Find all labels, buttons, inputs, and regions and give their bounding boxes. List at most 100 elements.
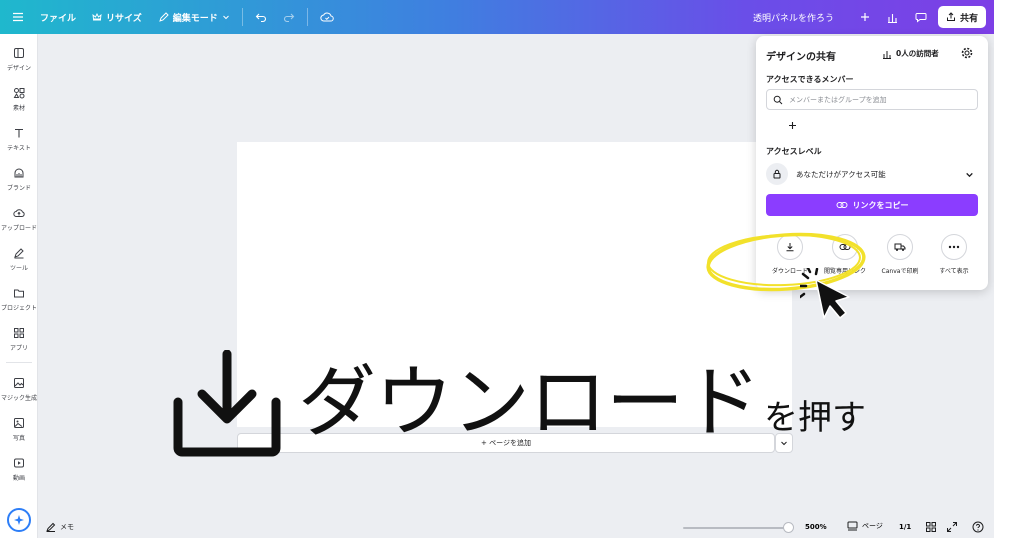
sidebar-item-label: ブランド (6, 185, 31, 192)
sidebar-item-design[interactable]: デザイン (0, 46, 38, 72)
lock-icon (766, 163, 788, 185)
print-with-canva-option[interactable]: Canvaで印刷 (874, 234, 926, 275)
upload-icon (12, 206, 26, 220)
share-upload-icon (946, 12, 955, 21)
canva-editor: ファイル リサイズ 編集モード 透明パネルを作ろう 共有 デザイン 素材 テキス… (0, 0, 994, 538)
left-sidebar: デザイン 素材 テキスト ブランド アップロード ツール プロジェクト アプリ (0, 34, 38, 538)
access-level-select[interactable]: あなただけがアクセス可能 (766, 163, 978, 185)
video-icon (12, 456, 26, 470)
share-label: 共有 (959, 13, 978, 24)
zoom-slider-track[interactable] (683, 527, 789, 529)
copy-link-button[interactable]: リンクをコピー (766, 194, 978, 216)
overlay-big-text: ダウンロード (298, 358, 761, 448)
overlay-download-icon (173, 350, 281, 457)
cloud-save-status[interactable] (312, 0, 342, 34)
sparkle-icon (14, 515, 24, 525)
toolbar-right-group: 透明パネルを作ろう 共有 (753, 0, 986, 34)
top-toolbar: ファイル リサイズ 編集モード 透明パネルを作ろう 共有 (0, 0, 994, 34)
link-icon (836, 202, 847, 208)
pages-button[interactable]: ページ (847, 521, 883, 531)
sidebar-item-elements[interactable]: 素材 (0, 86, 38, 112)
brand-icon (12, 166, 26, 180)
pen-icon (12, 246, 26, 260)
sidebar-divider (6, 362, 32, 363)
member-search-field[interactable] (766, 89, 978, 110)
access-level-value: あなただけがアクセス可能 (796, 169, 886, 179)
gear-icon[interactable] (960, 46, 974, 60)
sidebar-item-label: 写真 (12, 435, 25, 442)
members-heading: アクセスできるメンバー (766, 75, 854, 84)
print-label: Canvaで印刷 (881, 268, 919, 275)
fullscreen-icon[interactable] (946, 521, 958, 533)
add-member-button[interactable] (783, 116, 801, 134)
more-icon (941, 234, 967, 260)
overlay-small-text: を押す (764, 398, 867, 438)
share-button[interactable]: 共有 (937, 6, 986, 28)
toolbar-divider (241, 8, 243, 26)
chevron-down-icon (966, 172, 973, 177)
search-icon (773, 95, 783, 104)
visitors-button[interactable]: 0人の訪問者 (882, 48, 939, 59)
menu-button[interactable] (0, 0, 32, 34)
bar-chart-icon (883, 50, 891, 59)
visitors-count: 0人の訪問者 (896, 49, 939, 58)
design-title[interactable]: 透明パネルを作ろう (753, 11, 834, 24)
page-margin (994, 0, 1024, 538)
file-menu[interactable]: ファイル (32, 0, 84, 34)
sidebar-item-label: アップロード (0, 225, 37, 232)
sidebar-item-label: アプリ (9, 345, 28, 352)
insights-button[interactable] (882, 6, 904, 28)
add-button[interactable] (854, 6, 876, 28)
show-all-option[interactable]: すべて表示 (928, 234, 980, 275)
redo-icon (283, 13, 295, 23)
sidebar-item-apps[interactable]: アプリ (0, 326, 38, 352)
undo-icon (255, 13, 266, 23)
help-icon[interactable] (972, 521, 984, 533)
magic-assistant-button[interactable] (7, 508, 31, 532)
sidebar-item-tools[interactable]: ツール (0, 246, 38, 272)
undo-button[interactable] (247, 0, 275, 34)
sidebar-item-label: ツール (9, 265, 28, 272)
cloud-check-icon (320, 12, 334, 22)
crown-icon (92, 12, 102, 21)
grid-view-icon[interactable] (925, 521, 937, 533)
sidebar-item-text[interactable]: テキスト (0, 126, 38, 152)
redo-button[interactable] (275, 0, 303, 34)
toolbar-divider (306, 8, 308, 26)
bottom-bar: 500% ページ 1/1 (38, 516, 994, 538)
show-all-label: すべて表示 (939, 268, 969, 275)
text-icon (12, 126, 26, 140)
sidebar-item-videos[interactable]: 動画 (0, 456, 38, 482)
page-count: 1/1 (899, 523, 912, 531)
sidebar-item-label: テキスト (7, 145, 31, 152)
pencil-icon (158, 11, 169, 22)
member-search-input[interactable] (789, 95, 969, 104)
plus-icon (860, 13, 869, 21)
access-level-heading: アクセスレベル (766, 147, 822, 156)
sidebar-item-label: 素材 (12, 105, 25, 112)
photo-icon (12, 416, 26, 430)
edit-mode-label: 編集モード (172, 13, 218, 24)
comments-button[interactable] (910, 6, 932, 28)
sidebar-item-label: プロジェクト (0, 305, 37, 312)
cursor-pointer-icon (800, 268, 850, 319)
apps-icon (12, 326, 26, 340)
elements-icon (12, 86, 26, 100)
copy-link-label: リンクをコピー (852, 200, 909, 210)
plus-icon (788, 121, 796, 129)
sidebar-item-label: 動画 (12, 475, 25, 482)
image-icon (12, 376, 26, 390)
pages-label: ページ (862, 522, 883, 530)
zoom-level[interactable]: 500% (805, 523, 827, 531)
pages-icon (847, 521, 858, 531)
zoom-slider-handle[interactable] (783, 522, 794, 533)
hamburger-icon (13, 12, 23, 22)
sidebar-item-projects[interactable]: プロジェクト (0, 286, 38, 312)
panel-title: デザインの共有 (766, 52, 836, 63)
sidebar-item-upload[interactable]: アップロード (0, 206, 38, 232)
sidebar-item-photos[interactable]: 写真 (0, 416, 38, 442)
sidebar-item-magic[interactable]: マジック生成 (0, 376, 38, 402)
edit-mode-button[interactable]: 編集モード (150, 0, 238, 34)
sidebar-item-brand[interactable]: ブランド (0, 166, 38, 192)
resize-button[interactable]: リサイズ (84, 0, 150, 34)
